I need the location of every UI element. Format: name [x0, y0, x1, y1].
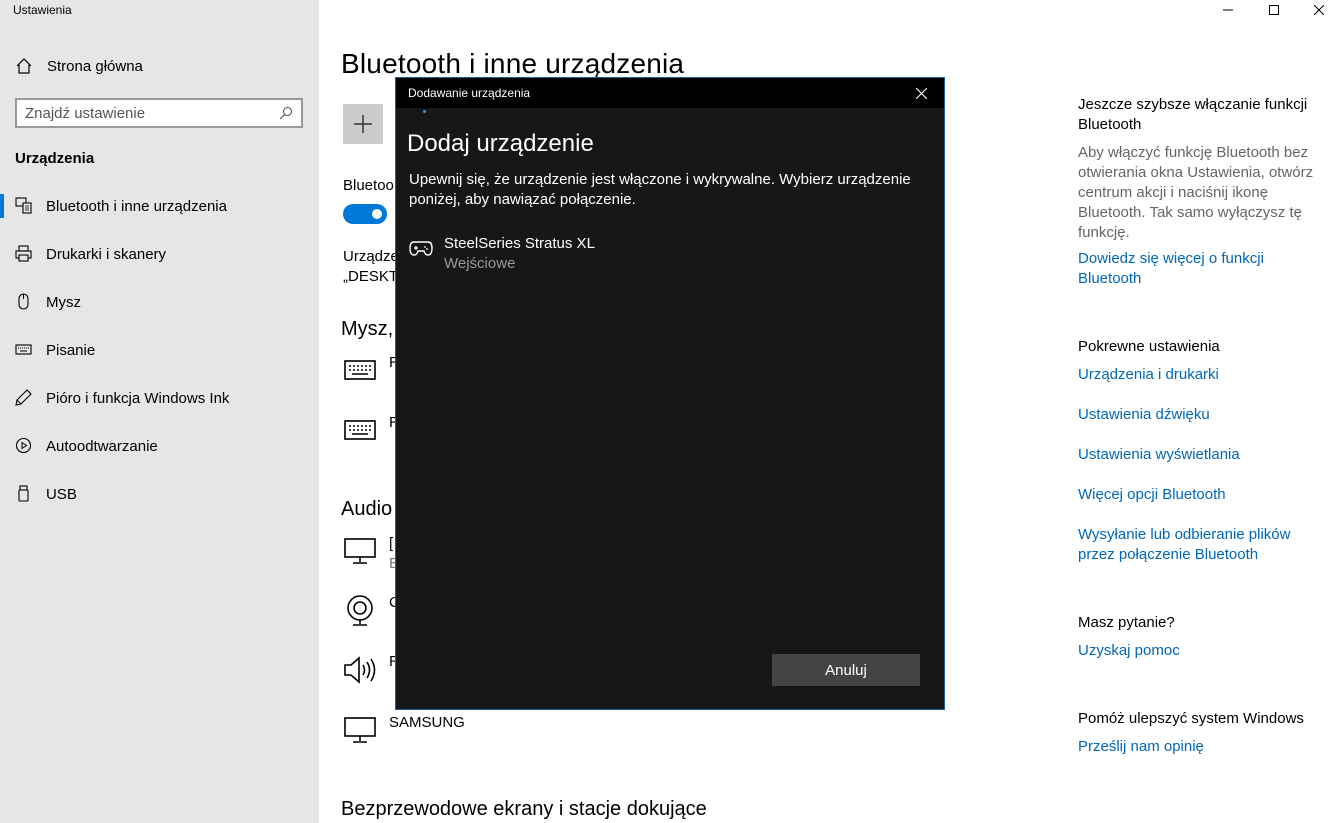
- device-name: SAMSUNG: [389, 714, 465, 731]
- bluetooth-toggle[interactable]: [343, 204, 387, 224]
- search-input[interactable]: [25, 104, 279, 122]
- sidebar-item-label: USB: [46, 485, 77, 503]
- close-icon: [915, 87, 927, 99]
- sidebar-item-typing[interactable]: Pisanie: [0, 326, 319, 374]
- speaker-icon: [344, 656, 376, 684]
- question-heading: Masz pytanie?: [1078, 614, 1175, 631]
- home-icon: [16, 58, 32, 74]
- search-box[interactable]: [15, 98, 303, 128]
- related-settings-heading: Pokrewne ustawienia: [1078, 338, 1220, 355]
- bluetooth-devices-icon: [15, 197, 32, 214]
- found-device-type: Wejściowe: [444, 255, 516, 272]
- sidebar-item-bluetooth[interactable]: Bluetooth i inne urządzenia: [0, 182, 319, 230]
- sound-settings-link[interactable]: Ustawienia dźwięku: [1078, 405, 1318, 425]
- learn-more-bluetooth-link[interactable]: Dowiedz się więcej o funkcji Bluetooth: [1078, 249, 1318, 289]
- usb-icon: [18, 485, 29, 502]
- sidebar-nav: Bluetooth i inne urządzenia Drukarki i s…: [0, 182, 319, 518]
- close-icon: [1314, 5, 1324, 15]
- quick-bluetooth-heading: Jeszcze szybsze włączanie funkcji Blueto…: [1078, 96, 1308, 133]
- sidebar-item-label: Pisanie: [46, 341, 96, 359]
- add-device-dialog: Dodawanie urządzenia Dodaj urządzenie Up…: [395, 77, 945, 710]
- maximize-button[interactable]: [1251, 0, 1297, 20]
- group-heading-wireless: Bezprzewodowe ekrany i stacje dokujące: [341, 798, 707, 820]
- group-heading-audio: Audio: [341, 498, 393, 520]
- keyboard-icon: [344, 360, 376, 380]
- maximize-icon: [1269, 5, 1279, 15]
- get-help-link[interactable]: Uzyskaj pomoc: [1078, 641, 1318, 661]
- bluetooth-label: Bluetoo: [343, 177, 394, 194]
- group-heading-mouse: Mysz,: [341, 318, 394, 340]
- sidebar-item-printers[interactable]: Drukarki i skanery: [0, 230, 319, 278]
- found-device-name: SteelSeries Stratus XL: [444, 235, 595, 252]
- section-heading: Urządzenia: [15, 150, 95, 167]
- improve-windows-heading: Pomóż ulepszyć system Windows: [1078, 710, 1304, 727]
- cancel-button[interactable]: Anuluj: [772, 654, 920, 686]
- feedback-link[interactable]: Prześlij nam opinię: [1078, 737, 1318, 757]
- sidebar-item-label: Autoodtwarzanie: [46, 437, 158, 455]
- printer-icon: [15, 245, 32, 262]
- sidebar-item-autoplay[interactable]: Autoodtwarzanie: [0, 422, 319, 470]
- webcam-icon: [347, 595, 373, 626]
- mouse-icon: [18, 293, 29, 310]
- device-name: [: [389, 535, 394, 552]
- search-icon[interactable]: [279, 106, 293, 120]
- dialog-description: Upewnij się, że urządzenie jest włączone…: [409, 171, 911, 208]
- monitor-icon: [344, 717, 376, 743]
- minimize-icon: [1223, 9, 1233, 11]
- sidebar-item-label: Drukarki i skanery: [46, 245, 167, 263]
- sidebar-item-label: Pióro i funkcja Windows Ink: [46, 389, 230, 407]
- sidebar-item-pen[interactable]: Pióro i funkcja Windows Ink: [0, 374, 319, 422]
- gamepad-icon: [409, 241, 433, 256]
- close-window-button[interactable]: [1296, 0, 1332, 20]
- sidebar: Ustawienia Strona główna Urządzenia Blue…: [0, 0, 319, 823]
- dialog-close-button[interactable]: [898, 78, 944, 108]
- sidebar-item-mouse[interactable]: Mysz: [0, 278, 319, 326]
- send-receive-files-link[interactable]: Wysyłanie lub odbieranie plików przez po…: [1078, 525, 1318, 565]
- plus-icon: [354, 115, 372, 133]
- monitor-icon: [344, 538, 376, 564]
- dialog-titlebar: Dodawanie urządzenia: [396, 78, 944, 108]
- more-bluetooth-options-link[interactable]: Więcej opcji Bluetooth: [1078, 485, 1318, 505]
- progress-indicator: [423, 110, 426, 113]
- sidebar-home-label: Strona główna: [47, 57, 143, 75]
- quick-bluetooth-text: Aby włączyć funkcję Bluetooth bez otwier…: [1078, 144, 1314, 241]
- sidebar-item-usb[interactable]: USB: [0, 470, 319, 518]
- display-settings-link[interactable]: Ustawienia wyświetlania: [1078, 445, 1318, 465]
- app-title: Ustawienia: [13, 3, 72, 17]
- sidebar-item-label: Bluetooth i inne urządzenia: [46, 197, 227, 215]
- devices-printers-link[interactable]: Urządzenia i drukarki: [1078, 365, 1318, 385]
- keyboard-icon: [344, 420, 376, 440]
- pen-icon: [15, 389, 32, 406]
- found-device-item[interactable]: SteelSeries Stratus XL Wejściowe: [409, 233, 929, 275]
- minimize-button[interactable]: [1205, 0, 1251, 20]
- add-device-button[interactable]: [343, 104, 383, 144]
- keyboard-icon: [15, 344, 32, 355]
- dialog-title: Dodawanie urządzenia: [408, 86, 531, 100]
- sidebar-item-label: Mysz: [46, 293, 81, 311]
- sidebar-home[interactable]: Strona główna: [15, 56, 143, 76]
- page-title: Bluetooth i inne urządzenia: [341, 48, 685, 79]
- autoplay-icon: [15, 437, 32, 454]
- dialog-heading: Dodaj urządzenie: [407, 130, 594, 157]
